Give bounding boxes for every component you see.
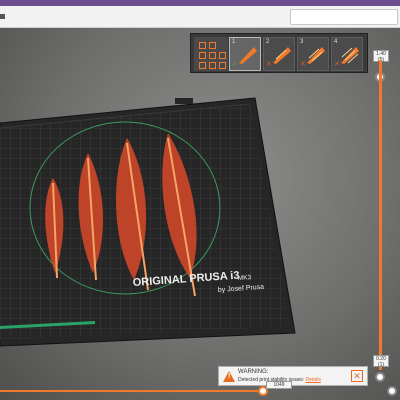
leaf-thumbnail-icon <box>307 47 325 64</box>
bed-model-text: MK3 <box>238 274 252 282</box>
move-slider[interactable]: 1049 <box>0 381 400 400</box>
warning-triangle-icon: ! <box>223 371 235 382</box>
search-input[interactable] <box>290 9 398 25</box>
leaf-thumbnail-icon <box>239 47 257 64</box>
layer-bottom-thumb[interactable] <box>375 372 385 382</box>
move-slider-track <box>0 390 262 392</box>
object-number: 1 <box>232 39 236 45</box>
top-toolbar <box>0 6 400 28</box>
object-thumbnail-3[interactable]: 3 ✕ <box>297 37 329 71</box>
check-icon: ✓ <box>232 61 238 68</box>
object-number: 2 <box>266 39 270 45</box>
object-number: 4 <box>334 39 338 45</box>
bed-scene: ORIGINAL PRUSA i3 MK3 by Josef Prusa <box>0 97 296 347</box>
object-number: 3 <box>300 39 304 45</box>
layer-slider-track <box>379 60 382 370</box>
object-thumbnail-4[interactable]: 4 ✕ <box>331 37 363 71</box>
layer-bottom-value: 0.20 (1) <box>373 355 389 368</box>
warning-title: WARNING: <box>238 369 269 375</box>
warning-x-icon: ✕ <box>266 61 272 68</box>
object-list-panel: 1 ✓ 2 ✕ 3 ✕ 4 ✕ <box>190 33 368 73</box>
close-icon[interactable]: ✕ <box>351 370 363 382</box>
3d-viewport[interactable]: ORIGINAL PRUSA i3 MK3 by Josef Prusa 1 ✓… <box>0 28 400 400</box>
warning-x-icon: ✕ <box>300 61 306 68</box>
move-slider-value: 1049 <box>266 381 292 389</box>
leaf-thumbnail-icon <box>341 47 359 64</box>
warning-x-icon: ✕ <box>334 61 340 68</box>
move-slider-end-thumb[interactable] <box>387 386 397 396</box>
object-thumbnail-1[interactable]: 1 ✓ <box>229 37 261 71</box>
menu-icon[interactable] <box>0 14 5 19</box>
leaf-thumbnail-icon <box>273 47 291 64</box>
object-thumbnail-2[interactable]: 2 ✕ <box>263 37 295 71</box>
arrange-icon[interactable] <box>194 37 228 71</box>
layer-slider[interactable]: 1.40(5) 0.20(1) <box>373 50 389 390</box>
